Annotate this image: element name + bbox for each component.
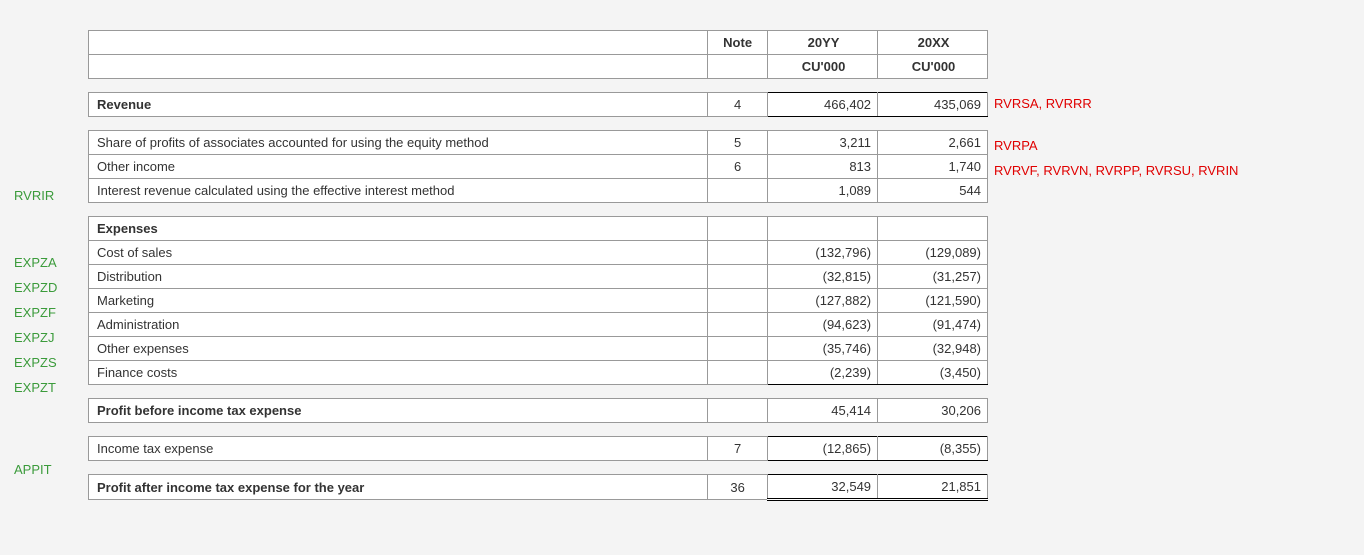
label-admin: Administration: [89, 313, 708, 337]
row-revenue: Revenue 4 466,402 435,069: [89, 93, 988, 117]
yy-admin: (94,623): [768, 313, 878, 337]
label-revenue: Revenue: [89, 93, 708, 117]
label-share: Share of profits of associates accounted…: [89, 131, 708, 155]
col-unit-xx: CU'000: [878, 55, 988, 79]
note-other-income: 6: [708, 155, 768, 179]
xx-other-exp: (32,948): [878, 337, 988, 361]
col-header-yy: 20YY: [768, 31, 878, 55]
row-cost-sales: Cost of sales (132,796) (129,089): [89, 241, 988, 265]
yy-distribution: (32,815): [768, 265, 878, 289]
header-row-2: CU'000 CU'000: [89, 55, 988, 79]
label-pbt: Profit before income tax expense: [89, 399, 708, 423]
left-tag-expza: EXPZA: [14, 255, 86, 270]
label-finance: Finance costs: [89, 361, 708, 385]
left-tag-expzs: EXPZS: [14, 355, 86, 370]
row-other-exp: Other expenses (35,746) (32,948): [89, 337, 988, 361]
xx-pbt: 30,206: [878, 399, 988, 423]
xx-marketing: (121,590): [878, 289, 988, 313]
label-marketing: Marketing: [89, 289, 708, 313]
xx-other-income: 1,740: [878, 155, 988, 179]
note-interest-rev: [708, 179, 768, 203]
xx-finance: (3,450): [878, 361, 988, 385]
header-row-1: Note 20YY 20XX: [89, 31, 988, 55]
row-share: Share of profits of associates accounted…: [89, 131, 988, 155]
row-pat: Profit after income tax expense for the …: [89, 475, 988, 500]
left-tag-expzt: EXPZT: [14, 380, 86, 395]
left-tag-expzd: EXPZD: [14, 280, 86, 295]
label-tax: Income tax expense: [89, 437, 708, 461]
col-header-xx: 20XX: [878, 31, 988, 55]
label-pat: Profit after income tax expense for the …: [89, 475, 708, 500]
row-finance: Finance costs (2,239) (3,450): [89, 361, 988, 385]
row-pbt: Profit before income tax expense 45,414 …: [89, 399, 988, 423]
row-distribution: Distribution (32,815) (31,257): [89, 265, 988, 289]
row-expenses-header: Expenses: [89, 217, 988, 241]
row-interest-rev: Interest revenue calculated using the ef…: [89, 179, 988, 203]
note-pat: 36: [708, 475, 768, 500]
right-tag-share: RVRPA: [994, 138, 1038, 153]
xx-share: 2,661: [878, 131, 988, 155]
left-tag-expzj: EXPZJ: [14, 330, 86, 345]
yy-share: 3,211: [768, 131, 878, 155]
yy-marketing: (127,882): [768, 289, 878, 313]
label-expenses: Expenses: [89, 217, 708, 241]
yy-pbt: 45,414: [768, 399, 878, 423]
label-cost-sales: Cost of sales: [89, 241, 708, 265]
left-tag-expzf: EXPZF: [14, 305, 86, 320]
left-tag-appit: APPIT: [14, 462, 86, 477]
yy-tax: (12,865): [768, 437, 878, 461]
note-share: 5: [708, 131, 768, 155]
xx-admin: (91,474): [878, 313, 988, 337]
yy-cost-sales: (132,796): [768, 241, 878, 265]
left-tag-rvrir: RVRIR: [14, 188, 86, 203]
yy-revenue: 466,402: [768, 93, 878, 117]
label-other-income: Other income: [89, 155, 708, 179]
label-distribution: Distribution: [89, 265, 708, 289]
yy-interest-rev: 1,089: [768, 179, 878, 203]
yy-other-income: 813: [768, 155, 878, 179]
xx-distribution: (31,257): [878, 265, 988, 289]
col-header-note: Note: [708, 31, 768, 55]
xx-interest-rev: 544: [878, 179, 988, 203]
income-statement-sheet: RVRIR EXPZA EXPZD EXPZF EXPZJ EXPZS EXPZ…: [0, 30, 1364, 501]
income-statement-table: Note 20YY 20XX CU'000 CU'000 Revenue 4 4…: [88, 30, 988, 501]
row-marketing: Marketing (127,882) (121,590): [89, 289, 988, 313]
note-revenue: 4: [708, 93, 768, 117]
yy-pat: 32,549: [768, 475, 878, 500]
xx-tax: (8,355): [878, 437, 988, 461]
xx-pat: 21,851: [878, 475, 988, 500]
label-interest-rev: Interest revenue calculated using the ef…: [89, 179, 708, 203]
row-tax: Income tax expense 7 (12,865) (8,355): [89, 437, 988, 461]
col-unit-yy: CU'000: [768, 55, 878, 79]
yy-finance: (2,239): [768, 361, 878, 385]
label-other-exp: Other expenses: [89, 337, 708, 361]
right-tag-other: RVRVF, RVRVN, RVRPP, RVRSU, RVRIN: [994, 163, 1238, 178]
note-tax: 7: [708, 437, 768, 461]
xx-revenue: 435,069: [878, 93, 988, 117]
row-admin: Administration (94,623) (91,474): [89, 313, 988, 337]
xx-cost-sales: (129,089): [878, 241, 988, 265]
right-tag-revenue: RVRSA, RVRRR: [994, 96, 1092, 111]
row-other-income: Other income 6 813 1,740: [89, 155, 988, 179]
yy-other-exp: (35,746): [768, 337, 878, 361]
